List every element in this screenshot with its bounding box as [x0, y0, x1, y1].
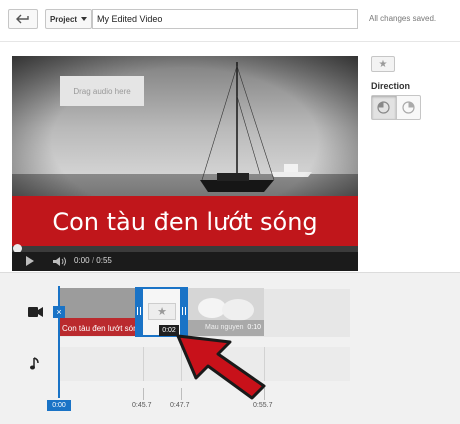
pointer-arrow-icon — [176, 334, 266, 400]
ruler-label: 0:55.7 — [253, 402, 273, 409]
back-arrow-icon — [16, 14, 29, 24]
caption-banner: Con tàu đen lướt sóng — [12, 196, 358, 248]
clock-right-icon — [402, 101, 415, 114]
music-note-icon — [30, 357, 39, 370]
direction-toggle — [371, 95, 421, 120]
star-icon: ★ — [148, 303, 176, 320]
clock-left-icon — [377, 101, 391, 114]
caption-text: Con tàu đen lướt sóng — [52, 208, 318, 236]
volume-icon[interactable] — [52, 256, 68, 267]
current-time: 0:00 — [74, 256, 90, 265]
video-editor: Project All changes saved. — [0, 0, 460, 424]
player-controls: 0:00 / 0:55 — [12, 252, 358, 271]
audio-drop-zone[interactable]: Drag audio here — [60, 76, 144, 106]
playhead-close-icon[interactable]: × — [53, 306, 65, 318]
favorite-star-button[interactable]: ★ — [371, 56, 395, 72]
video-camera-icon — [28, 307, 43, 317]
chevron-down-icon — [81, 17, 88, 21]
clip-title: Con tàu đen lướt sóng — [62, 324, 135, 333]
timeline-clip[interactable]: Con tàu đen lướt sóng — [58, 288, 135, 336]
ruler-label: 0:45.7 — [132, 402, 152, 409]
ruler-tick — [143, 388, 144, 400]
audio-placeholder: Drag audio here — [73, 86, 131, 96]
direction-clockwise-button[interactable] — [395, 96, 420, 119]
time-readout: 0:00 / 0:55 — [74, 256, 112, 265]
duration: 0:55 — [96, 256, 112, 265]
track-divider — [143, 347, 144, 381]
play-icon[interactable] — [26, 256, 34, 266]
back-button[interactable] — [8, 9, 38, 29]
project-menu-button[interactable]: Project — [45, 9, 92, 29]
star-icon: ★ — [378, 58, 388, 70]
top-bar: Project All changes saved. — [0, 0, 460, 42]
direction-counterclockwise-button[interactable] — [372, 96, 396, 119]
save-status: All changes saved. — [369, 14, 437, 23]
project-menu-label: Project — [49, 14, 78, 24]
playhead[interactable] — [58, 286, 60, 398]
time-separator: / — [91, 256, 95, 265]
timeline-clip[interactable]: Mau nguyen 0:10 — [188, 288, 264, 336]
direction-label: Direction — [371, 81, 411, 91]
playhead-time: 0:00 — [47, 400, 71, 411]
ruler-label: 0:47.7 — [170, 402, 190, 409]
video-title-input[interactable] — [92, 9, 358, 29]
